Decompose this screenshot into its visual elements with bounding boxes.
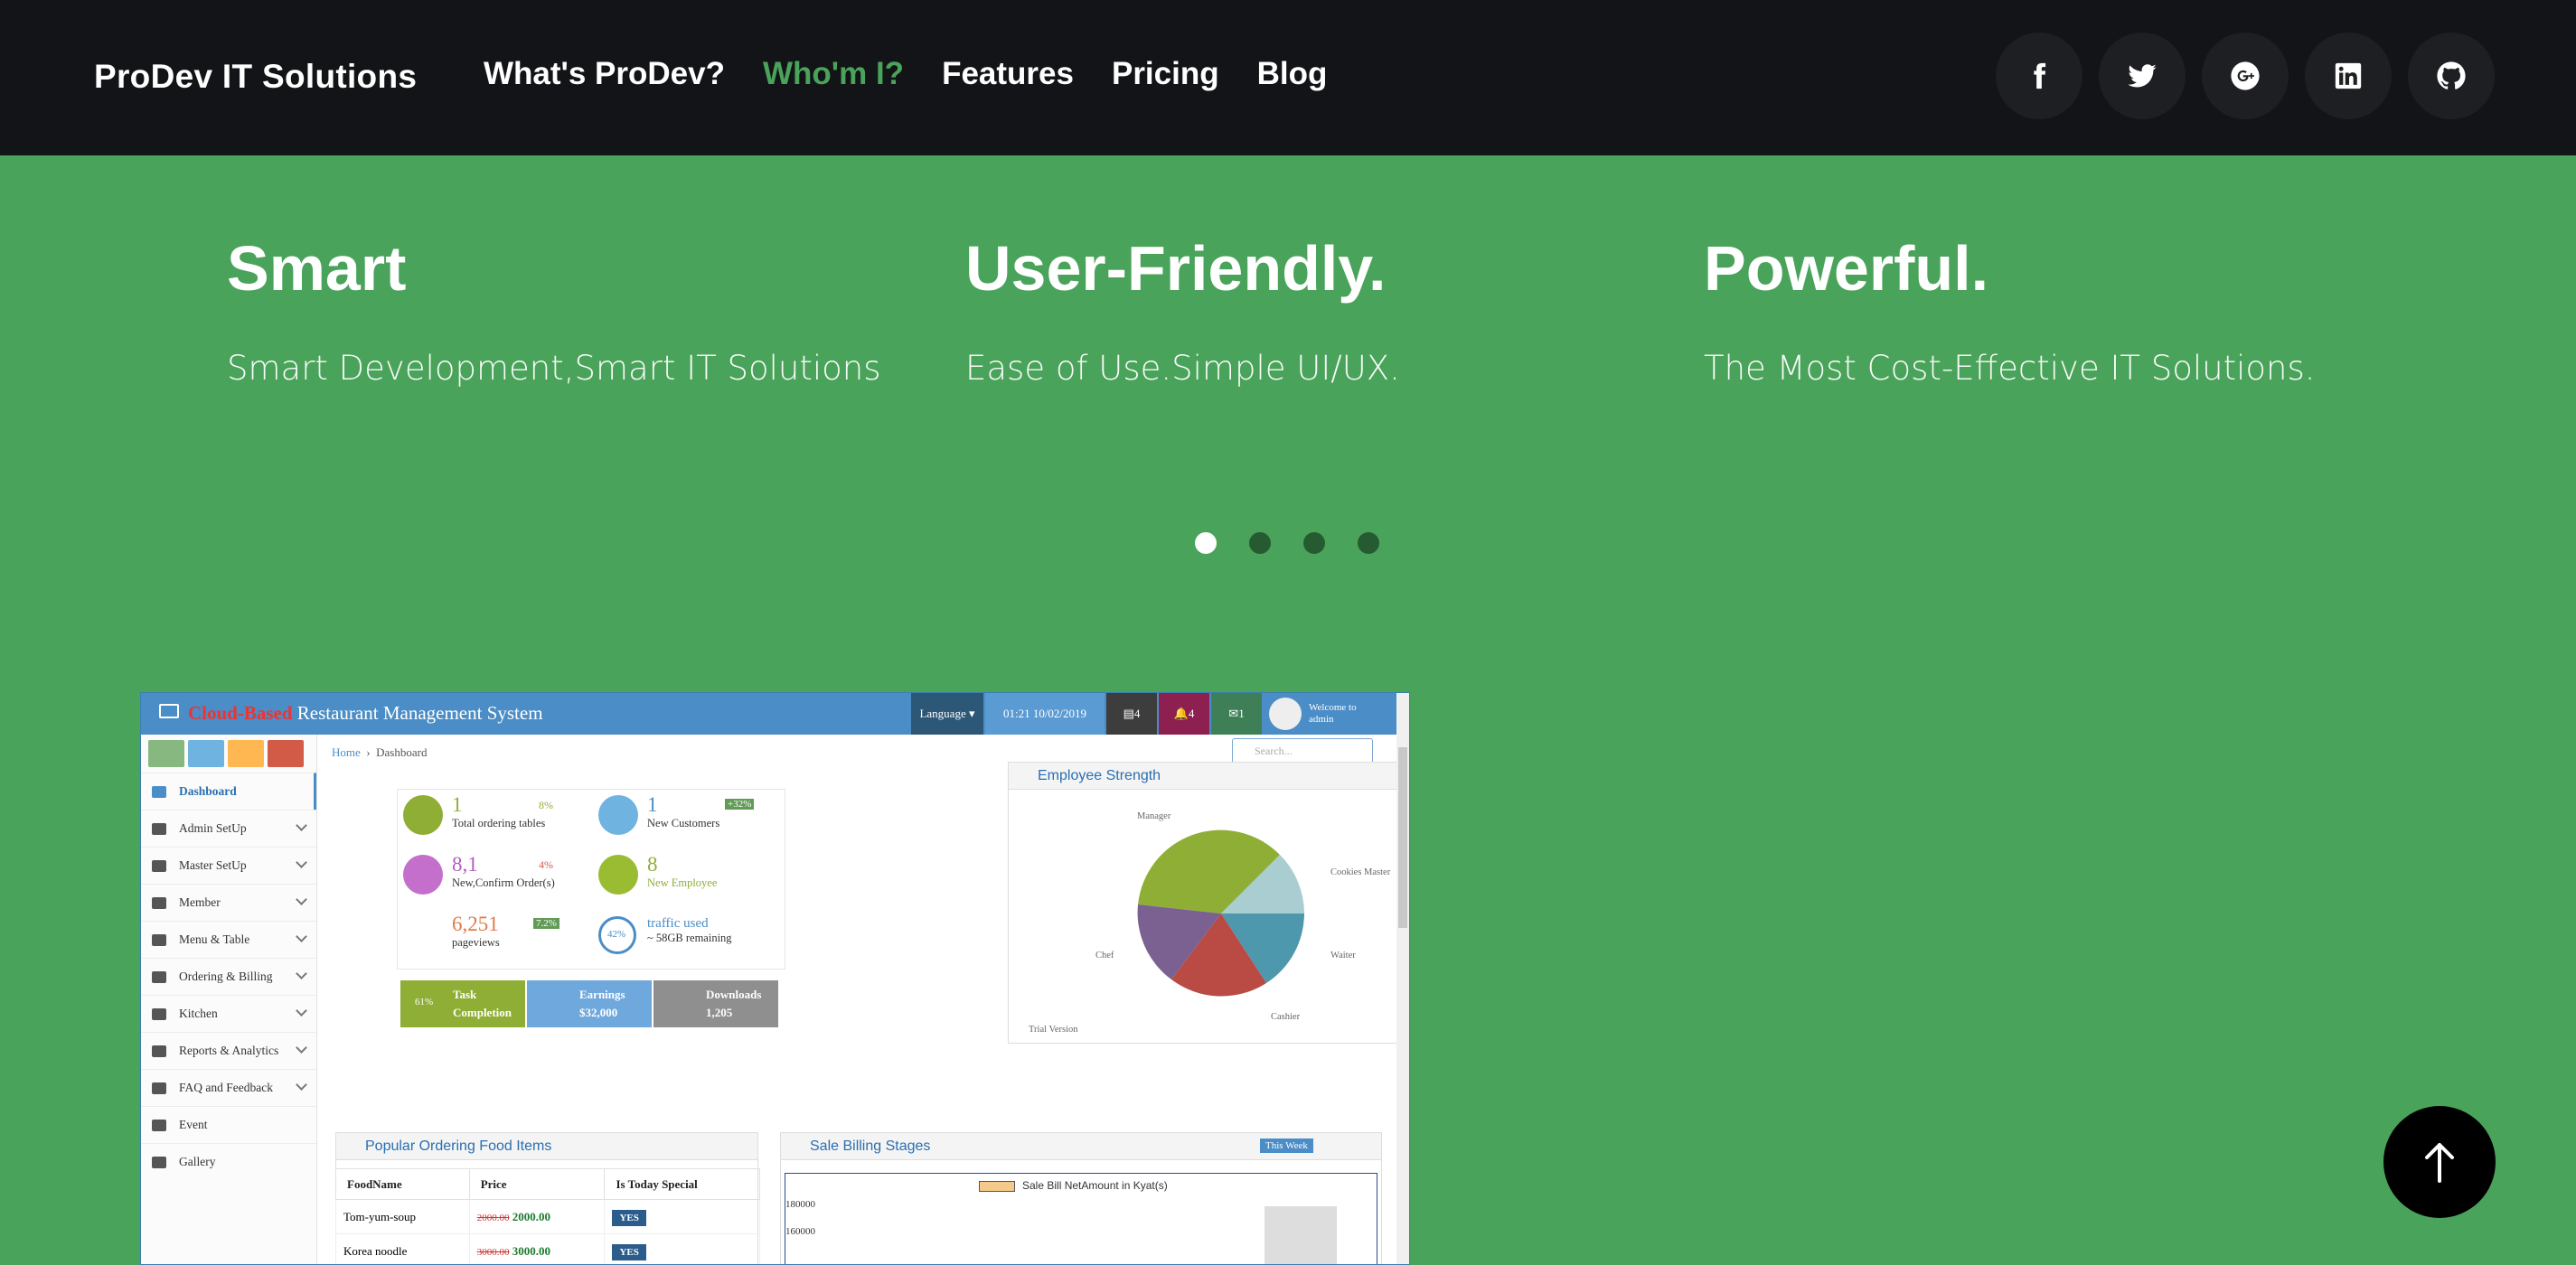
arrow-up-icon <box>2425 1143 2454 1183</box>
feature-powerful: Powerful. The Most Cost-Effective IT Sol… <box>1704 233 2316 388</box>
sidebar-menu: Dashboard Admin SetUp Master SetUp Membe… <box>141 773 316 1180</box>
food-table: FoodName Price Is Today Special Tom-yum-… <box>335 1168 760 1264</box>
panel-title: Popular Ordering Food Items <box>336 1133 757 1160</box>
table-header-row: FoodName Price Is Today Special <box>335 1168 760 1200</box>
employee-pie-chart <box>1137 829 1304 997</box>
menu-item: Master SetUp <box>141 847 316 884</box>
feature-title: Smart <box>227 233 407 304</box>
feature-text: Ease of Use.Simple UI/UX. <box>965 349 1400 388</box>
nav-link-whats-prodev[interactable]: What's ProDev? <box>484 56 725 92</box>
stat-employees: 8 New Employee <box>647 853 718 889</box>
scrollbar <box>1396 693 1409 1264</box>
nav-link-features[interactable]: Features <box>942 56 1074 92</box>
facebook-button[interactable] <box>1996 33 2082 119</box>
menu-item: Admin SetUp <box>141 810 316 847</box>
week-dropdown: This Week <box>1260 1138 1313 1153</box>
search-input: Search... <box>1232 738 1373 764</box>
carousel-dot-1[interactable] <box>1195 532 1217 554</box>
stat-tables: 1 Total ordering tables <box>452 793 546 829</box>
nav-link-pricing[interactable]: Pricing <box>1112 56 1219 92</box>
github-button[interactable] <box>2408 33 2495 119</box>
datetime-display: 01:21 10/02/2019 <box>985 693 1105 735</box>
employee-strength-panel: Employee Strength Manager Cookies Master… <box>1008 762 1409 1044</box>
legend-swatch <box>979 1181 1015 1192</box>
tasks-badge: ▤ 4 <box>1106 693 1157 735</box>
navbar: ProDev IT Solutions What's ProDev? Who'm… <box>0 0 2576 155</box>
sale-billing-panel: Sale Billing Stages This Week Sale Bill … <box>780 1132 1382 1264</box>
linkedin-icon <box>2335 62 2362 89</box>
nav-link-whom-i[interactable]: Who'm I? <box>763 56 904 92</box>
monitor-icon <box>159 704 179 718</box>
google-plus-button[interactable] <box>2202 33 2289 119</box>
social-links <box>1996 33 2495 119</box>
avatar <box>1269 698 1302 730</box>
facebook-icon <box>2034 62 2046 89</box>
menu-item: Dashboard <box>141 773 316 810</box>
app-title: Cloud-Based Restaurant Management System <box>188 702 543 724</box>
back-to-top-button[interactable] <box>2383 1106 2496 1218</box>
menu-item: Kitchen <box>141 995 316 1032</box>
menu-item: Gallery <box>141 1143 316 1180</box>
google-plus-icon <box>2231 61 2260 90</box>
app-header: Cloud-Based Restaurant Management System… <box>141 693 1409 735</box>
user-menu: Welcome to admin <box>1264 693 1399 735</box>
menu-item: Member <box>141 884 316 921</box>
carousel-indicators <box>1195 532 1379 554</box>
feature-user-friendly: User-Friendly. Ease of Use.Simple UI/UX. <box>965 233 1400 388</box>
carousel-dot-4[interactable] <box>1358 532 1379 554</box>
twitter-button[interactable] <box>2099 33 2186 119</box>
linkedin-button[interactable] <box>2305 33 2392 119</box>
feature-title: User-Friendly. <box>965 233 1387 304</box>
carousel-dot-3[interactable] <box>1303 532 1325 554</box>
menu-item: FAQ and Feedback <box>141 1069 316 1106</box>
bar <box>1264 1206 1337 1264</box>
tile-earnings: Earnings $32,000 <box>527 980 652 1027</box>
nav-link-blog[interactable]: Blog <box>1257 56 1328 92</box>
main-nav: What's ProDev? Who'm I? Features Pricing… <box>484 56 1327 92</box>
feature-text: Smart Development,Smart IT Solutions <box>227 349 881 388</box>
stat-traffic: traffic used ~ 58GB remaining <box>647 916 732 944</box>
github-icon <box>2437 61 2466 89</box>
menu-item: Menu & Table <box>141 921 316 958</box>
menu-item: Ordering & Billing <box>141 958 316 995</box>
breadcrumb: Home › Dashboard <box>332 745 428 759</box>
notifications-badge: 🔔 4 <box>1159 693 1209 735</box>
app-content: Home › Dashboard Search... 1 Total orderi… <box>317 735 1409 1264</box>
menu-item: Reports & Analytics <box>141 1032 316 1069</box>
stat-customers: 1 New Customers <box>647 793 720 829</box>
table-row: Tom-yum-soup 2000.00 2000.00 YES <box>335 1199 760 1234</box>
stats-grid: 1 Total ordering tables 8% 1 New Customers… <box>397 789 785 970</box>
tile-downloads: Downloads 1,205 <box>653 980 778 1027</box>
stat-pageviews: 6,251 pageviews <box>452 913 500 949</box>
brand-logo-text[interactable]: ProDev IT Solutions <box>94 58 417 96</box>
feature-smart: Smart Smart Development,Smart IT Solutio… <box>227 233 881 388</box>
billing-chart: Sale Bill NetAmount in Kyat(s) 180000 16… <box>785 1173 1377 1264</box>
sidebar-shortcuts <box>141 735 316 773</box>
app-sidebar: Dashboard Admin SetUp Master SetUp Membe… <box>141 735 317 1264</box>
menu-item: Event <box>141 1106 316 1143</box>
messages-badge: ✉ 1 <box>1211 693 1262 735</box>
twitter-icon <box>2128 64 2157 88</box>
app-screenshot: Cloud-Based Restaurant Management System… <box>140 692 1410 1265</box>
language-dropdown: Language ▾ <box>911 693 983 735</box>
feature-title: Powerful. <box>1704 233 1989 304</box>
carousel-dot-2[interactable] <box>1249 532 1271 554</box>
table-row: Korea noodle 3000.00 3000.00 YES <box>335 1233 760 1264</box>
panel-title: Employee Strength <box>1009 763 1409 790</box>
feature-text: The Most Cost-Effective IT Solutions. <box>1704 349 2316 388</box>
